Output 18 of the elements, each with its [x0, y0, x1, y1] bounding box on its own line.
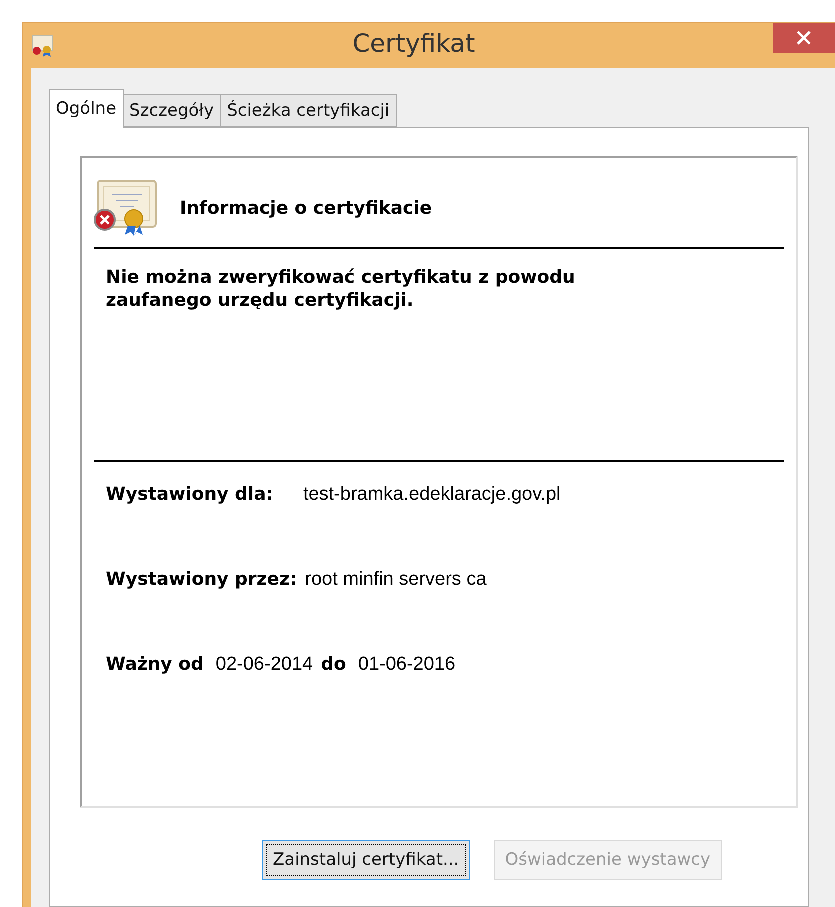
field-label: Wystawiony przez:	[106, 569, 298, 590]
window-title: Certyfikat	[352, 29, 476, 58]
tab[interactable]: Szczegóły	[122, 94, 222, 127]
field-label: Ważny od	[106, 654, 204, 675]
field-value: 01-06-2016	[358, 654, 456, 676]
field-label: do	[321, 654, 346, 675]
dialog-button[interactable]: Zainstaluj certyfikat...	[262, 840, 470, 880]
field-label: Wystawiony dla:	[106, 484, 274, 505]
section-heading: Informacje o certyfikacie	[180, 198, 432, 218]
field-value: test-bramka.edeklaracje.gov.pl	[303, 484, 561, 506]
close-icon	[795, 29, 813, 47]
field-value: 02-06-2014	[216, 654, 314, 676]
field-value: root minfin servers ca	[305, 569, 487, 591]
tab[interactable]: Ogólne	[49, 89, 124, 128]
certificate-icon	[31, 33, 55, 57]
tab[interactable]: Ścieżka certyfikacji	[220, 94, 397, 127]
status-message: Nie można zweryfikować certyfikatu z powodu zaufanego urzędu certyfikacji.	[106, 266, 576, 313]
close-button[interactable]	[773, 23, 835, 53]
